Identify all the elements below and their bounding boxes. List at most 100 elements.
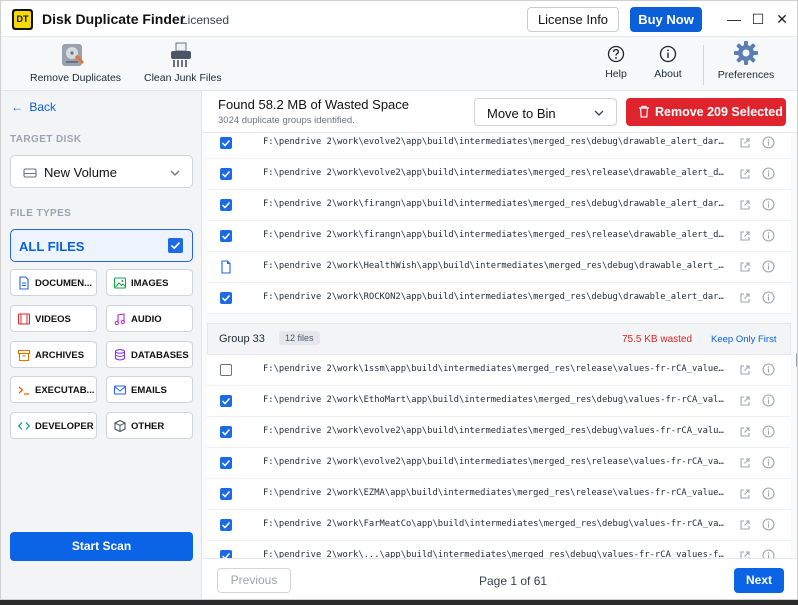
app-title: Disk Duplicate Finder: [42, 11, 186, 27]
target-disk-select[interactable]: New Volume: [10, 155, 193, 188]
filetype-developer-button[interactable]: DEVELOPER: [10, 412, 97, 439]
document-icon: [19, 276, 29, 290]
info-icon[interactable]: [762, 425, 775, 438]
wasted-space-title: Found 58.2 MB of Wasted Space: [218, 97, 410, 112]
open-external-icon[interactable]: [739, 261, 751, 273]
info-icon[interactable]: [762, 260, 775, 273]
file-row[interactable]: F:\pendrive 2\work\FarMeatCo\app\build\i…: [207, 510, 791, 541]
open-external-icon[interactable]: [739, 364, 751, 376]
filetype-label: OTHER: [131, 421, 165, 432]
row-checkbox[interactable]: [220, 199, 232, 211]
license-status: Licensed: [181, 13, 230, 27]
filetype-executables-button[interactable]: EXECUTAB...: [10, 376, 97, 403]
row-checkbox[interactable]: [220, 488, 232, 500]
file-row[interactable]: F:\pendrive 2\work\1ssm\app\build\interm…: [207, 355, 791, 386]
row-checkbox[interactable]: [220, 168, 232, 180]
app-logo-text: DT: [14, 11, 31, 28]
email-icon: [113, 385, 127, 395]
file-row[interactable]: F:\pendrive 2\work\evolve2\app\build\int…: [207, 159, 791, 190]
keep-only-first-link[interactable]: Keep Only First: [711, 334, 776, 345]
filetype-other-button[interactable]: OTHER: [106, 412, 193, 439]
trash-icon: [639, 105, 649, 118]
duplicate-file-list[interactable]: F:\pendrive 2\work\evolve2\app\build\int…: [203, 133, 797, 558]
open-external-icon[interactable]: [739, 457, 751, 469]
all-files-option[interactable]: ALL FILES: [10, 229, 193, 262]
open-external-icon[interactable]: [739, 230, 751, 242]
filetype-images-button[interactable]: IMAGES: [106, 269, 193, 296]
filetype-emails-button[interactable]: EMAILS: [106, 376, 193, 403]
start-scan-button[interactable]: Start Scan: [10, 532, 193, 561]
remove-duplicates-label: Remove Duplicates: [30, 72, 122, 84]
app-logo-icon: DT: [12, 9, 33, 30]
row-checkbox[interactable]: [220, 364, 232, 376]
row-checkbox[interactable]: [220, 519, 232, 531]
open-external-icon[interactable]: [739, 395, 751, 407]
open-external-icon[interactable]: [739, 199, 751, 211]
about-button[interactable]: About: [651, 37, 685, 80]
file-row[interactable]: F:\pendrive 2\work\firangn\app\build\int…: [207, 221, 791, 252]
file-row[interactable]: F:\pendrive 2\work\EZMA\app\build\interm…: [207, 479, 791, 510]
previous-page-button[interactable]: Previous: [217, 568, 291, 593]
remove-selected-button[interactable]: Remove 209 Selected: [626, 98, 786, 126]
open-external-icon[interactable]: [739, 550, 751, 558]
chevron-down-icon: [170, 170, 180, 176]
info-icon[interactable]: [762, 229, 775, 242]
open-external-icon[interactable]: [739, 488, 751, 500]
open-external-icon[interactable]: [739, 137, 751, 149]
close-icon[interactable]: ✕: [771, 9, 793, 29]
file-row[interactable]: F:\pendrive 2\work\firangn\app\build\int…: [207, 190, 791, 221]
music-note-icon: [114, 313, 125, 326]
info-icon[interactable]: [762, 167, 775, 180]
open-external-icon[interactable]: [739, 292, 751, 304]
info-icon[interactable]: [762, 136, 775, 149]
file-path: F:\pendrive 2\work\firangn\app\build\int…: [263, 230, 729, 240]
info-icon[interactable]: [762, 518, 775, 531]
file-row[interactable]: F:\pendrive 2\work\evolve2\app\build\int…: [207, 133, 791, 159]
info-icon[interactable]: [762, 363, 775, 376]
clean-junk-files-button[interactable]: Clean Junk Files: [144, 37, 222, 84]
row-checkbox[interactable]: [220, 137, 232, 149]
info-icon[interactable]: [762, 291, 775, 304]
app-window: DT Disk Duplicate Finder Licensed Licens…: [0, 0, 798, 600]
remove-duplicates-button[interactable]: Remove Duplicates: [30, 37, 122, 84]
open-external-icon[interactable]: [739, 168, 751, 180]
info-icon[interactable]: [762, 198, 775, 211]
filetype-videos-button[interactable]: VIDEOS: [10, 305, 97, 332]
info-icon[interactable]: [762, 394, 775, 407]
remove-selected-label: Remove 209 Selected: [655, 105, 783, 119]
info-icon[interactable]: [762, 487, 775, 500]
row-checkbox[interactable]: [220, 550, 232, 558]
file-row[interactable]: F:\pendrive 2\work\ROCKON2\app\build\int…: [207, 283, 791, 314]
file-row-original[interactable]: F:\pendrive 2\work\HealthWish\app\build\…: [207, 252, 791, 283]
open-external-icon[interactable]: [739, 519, 751, 531]
file-path: F:\pendrive 2\work\EthoMart\app\build\in…: [263, 395, 729, 405]
filetype-audio-button[interactable]: AUDIO: [106, 305, 193, 332]
row-checkbox[interactable]: [220, 395, 232, 407]
checkmark-icon[interactable]: [168, 238, 183, 253]
filetype-archives-button[interactable]: ARCHIVES: [10, 341, 97, 368]
license-info-button[interactable]: License Info: [527, 7, 619, 32]
file-row[interactable]: F:\pendrive 2\work\...\app\build\interme…: [207, 541, 791, 558]
info-icon[interactable]: [762, 549, 775, 558]
filetype-documents-button[interactable]: DOCUMEN...: [10, 269, 97, 296]
filetype-label: EMAILS: [131, 385, 167, 396]
buy-now-button[interactable]: Buy Now: [630, 7, 702, 32]
minimize-icon[interactable]: —: [723, 9, 745, 29]
target-disk-heading: TARGET DISK: [10, 134, 82, 145]
file-row[interactable]: F:\pendrive 2\work\EthoMart\app\build\in…: [207, 386, 791, 417]
action-select[interactable]: Move to Bin: [474, 98, 617, 126]
filetype-databases-button[interactable]: DATABASES: [106, 341, 193, 368]
back-button[interactable]: ← Back: [11, 100, 56, 114]
row-checkbox[interactable]: [220, 457, 232, 469]
file-row[interactable]: F:\pendrive 2\work\evolve2\app\build\int…: [207, 417, 791, 448]
row-checkbox[interactable]: [220, 292, 232, 304]
row-checkbox[interactable]: [220, 230, 232, 242]
open-external-icon[interactable]: [739, 426, 751, 438]
next-page-button[interactable]: Next: [734, 568, 784, 593]
help-button[interactable]: Help: [601, 37, 631, 80]
row-checkbox[interactable]: [220, 426, 232, 438]
file-row[interactable]: F:\pendrive 2\work\evolve2\app\build\int…: [207, 448, 791, 479]
info-icon[interactable]: [762, 456, 775, 469]
maximize-icon[interactable]: ☐: [747, 9, 769, 29]
preferences-button[interactable]: Preferences: [717, 37, 775, 81]
